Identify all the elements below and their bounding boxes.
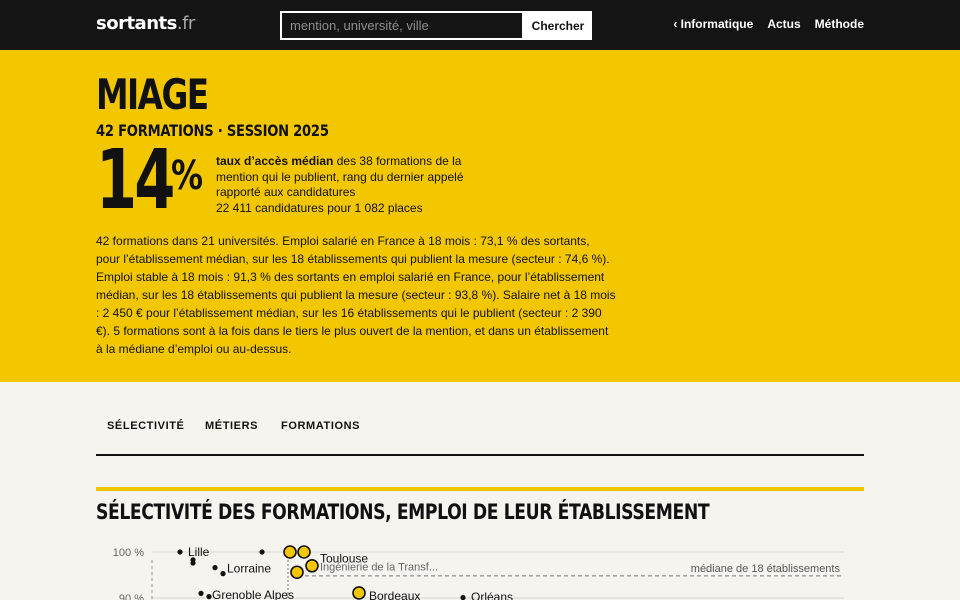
top-bar: sortants.fr Chercher ‹ Informatique Actu… (0, 0, 960, 50)
data-point (220, 571, 226, 577)
point-label: Grenoble Alpes (212, 588, 294, 600)
search-input[interactable] (280, 11, 524, 40)
tab-selectivite[interactable]: SÉLECTIVITÉ (107, 420, 185, 432)
page-title: MIAGE (96, 70, 209, 119)
nav-actus[interactable]: Actus (767, 17, 800, 31)
median-label: médiane de 18 établissements (691, 563, 841, 575)
stat-description: taux d’accès médian des 38 formations de… (216, 154, 466, 216)
point-label: Lorraine (227, 562, 271, 576)
search-button[interactable]: Chercher (524, 11, 592, 40)
highlight-point (283, 545, 297, 559)
point-label: Orléans (471, 590, 513, 600)
stat-unit: % (171, 153, 204, 199)
main-nav: ‹ Informatique Actus Méthode (673, 17, 864, 31)
point-label: Lille (188, 545, 210, 559)
logo-tld: .fr (176, 13, 195, 34)
tab-metiers[interactable]: MÉTIERS (205, 420, 258, 432)
highlight-point (297, 545, 311, 559)
y-tick-label: 90 % (119, 593, 144, 600)
section-rule (96, 487, 864, 491)
data-point (198, 590, 204, 596)
data-point (190, 560, 196, 566)
stat-desc-line2: 22 411 candidatures pour 1 082 places (216, 200, 423, 215)
nav-informatique[interactable]: ‹ Informatique (673, 17, 753, 31)
selectivity-scatter-chart: 100 % 90 % médiane de 18 établissements L… (113, 545, 844, 600)
search-form: Chercher (280, 11, 592, 40)
hero-banner: MIAGE 42 FORMATIONS · SESSION 2025 14 % … (0, 50, 960, 382)
highlight-point (352, 586, 366, 600)
data-point (259, 549, 265, 555)
hero-summary: 42 formations dans 21 universités. Emplo… (96, 234, 616, 356)
y-tick-label: 100 % (113, 547, 144, 559)
highlight-point (305, 558, 319, 573)
chart-point-labels: Lille ToulouseIngénierie de la Transf...L… (188, 545, 513, 600)
point-label: Bordeaux (369, 589, 420, 600)
data-point (212, 565, 218, 571)
highlight-point (290, 565, 304, 580)
tab-formations[interactable]: FORMATIONS (281, 420, 360, 432)
site-logo[interactable]: sortants.fr (96, 13, 195, 34)
logo-main: sortants (96, 13, 177, 34)
data-point (177, 549, 183, 555)
chart-y-ticks: 100 % 90 % (113, 547, 144, 600)
tab-bar: SÉLECTIVITÉ MÉTIERS FORMATIONS (96, 419, 864, 456)
data-point (460, 594, 466, 600)
section-title: SÉLECTIVITÉ DES FORMATIONS, EMPLOI DE LE… (96, 500, 710, 524)
stat-desc-bold: taux d’accès médian (216, 154, 334, 168)
nav-methode[interactable]: Méthode (815, 17, 864, 31)
data-point (206, 594, 212, 600)
stat-value: 14 (96, 133, 175, 228)
point-label: Ingénierie de la Transf... (320, 562, 438, 574)
